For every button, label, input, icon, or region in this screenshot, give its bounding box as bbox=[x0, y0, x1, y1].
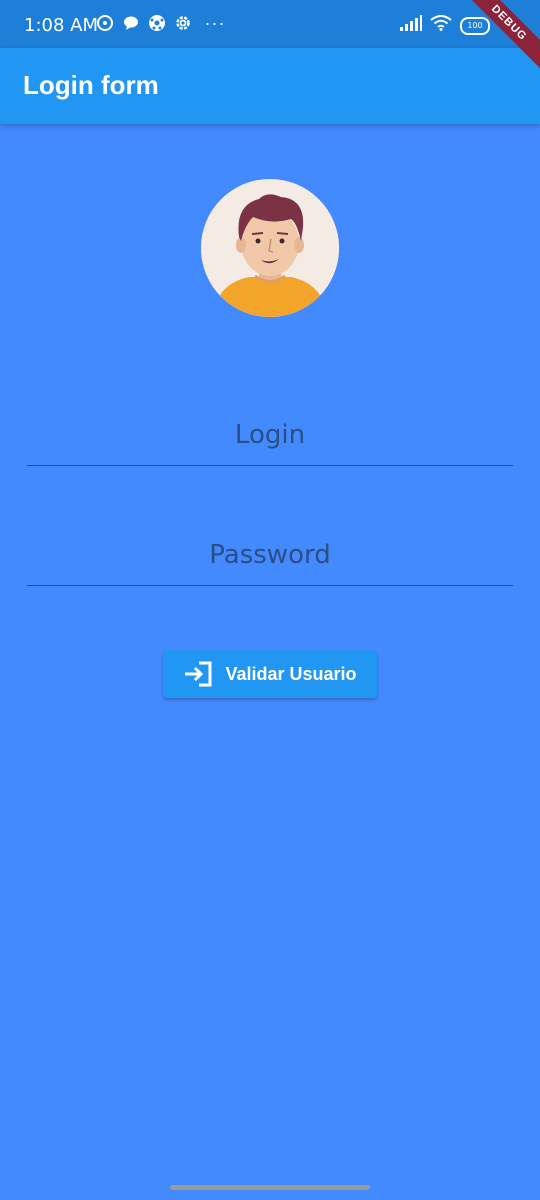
status-bar: 1:08 AM ··· 100 bbox=[0, 0, 540, 48]
person-avatar-icon bbox=[201, 179, 339, 317]
chat-icon bbox=[122, 14, 140, 32]
signal-icon bbox=[400, 15, 422, 36]
status-time: 1:08 AM bbox=[24, 15, 98, 36]
login-input[interactable] bbox=[27, 405, 513, 465]
sync-icon bbox=[96, 14, 114, 32]
battery-icon: 100 bbox=[460, 16, 490, 35]
login-icon bbox=[183, 661, 213, 687]
avatar bbox=[201, 179, 339, 317]
ball-icon bbox=[148, 14, 166, 32]
more-notifications-icon: ··· bbox=[204, 12, 226, 33]
app-bar-title: Login form bbox=[23, 70, 159, 100]
notification-icons: ··· bbox=[96, 12, 226, 33]
login-field[interactable] bbox=[27, 405, 513, 466]
validar-usuario-button[interactable]: Validar Usuario bbox=[163, 650, 377, 698]
app-bar: Login form bbox=[0, 48, 540, 124]
home-indicator[interactable] bbox=[170, 1185, 370, 1190]
validar-usuario-label: Validar Usuario bbox=[225, 663, 357, 684]
password-field[interactable] bbox=[27, 525, 513, 586]
wifi-icon bbox=[430, 15, 452, 36]
password-input[interactable] bbox=[27, 525, 513, 585]
settings-icon bbox=[174, 14, 192, 32]
system-icons: 100 bbox=[400, 15, 490, 36]
